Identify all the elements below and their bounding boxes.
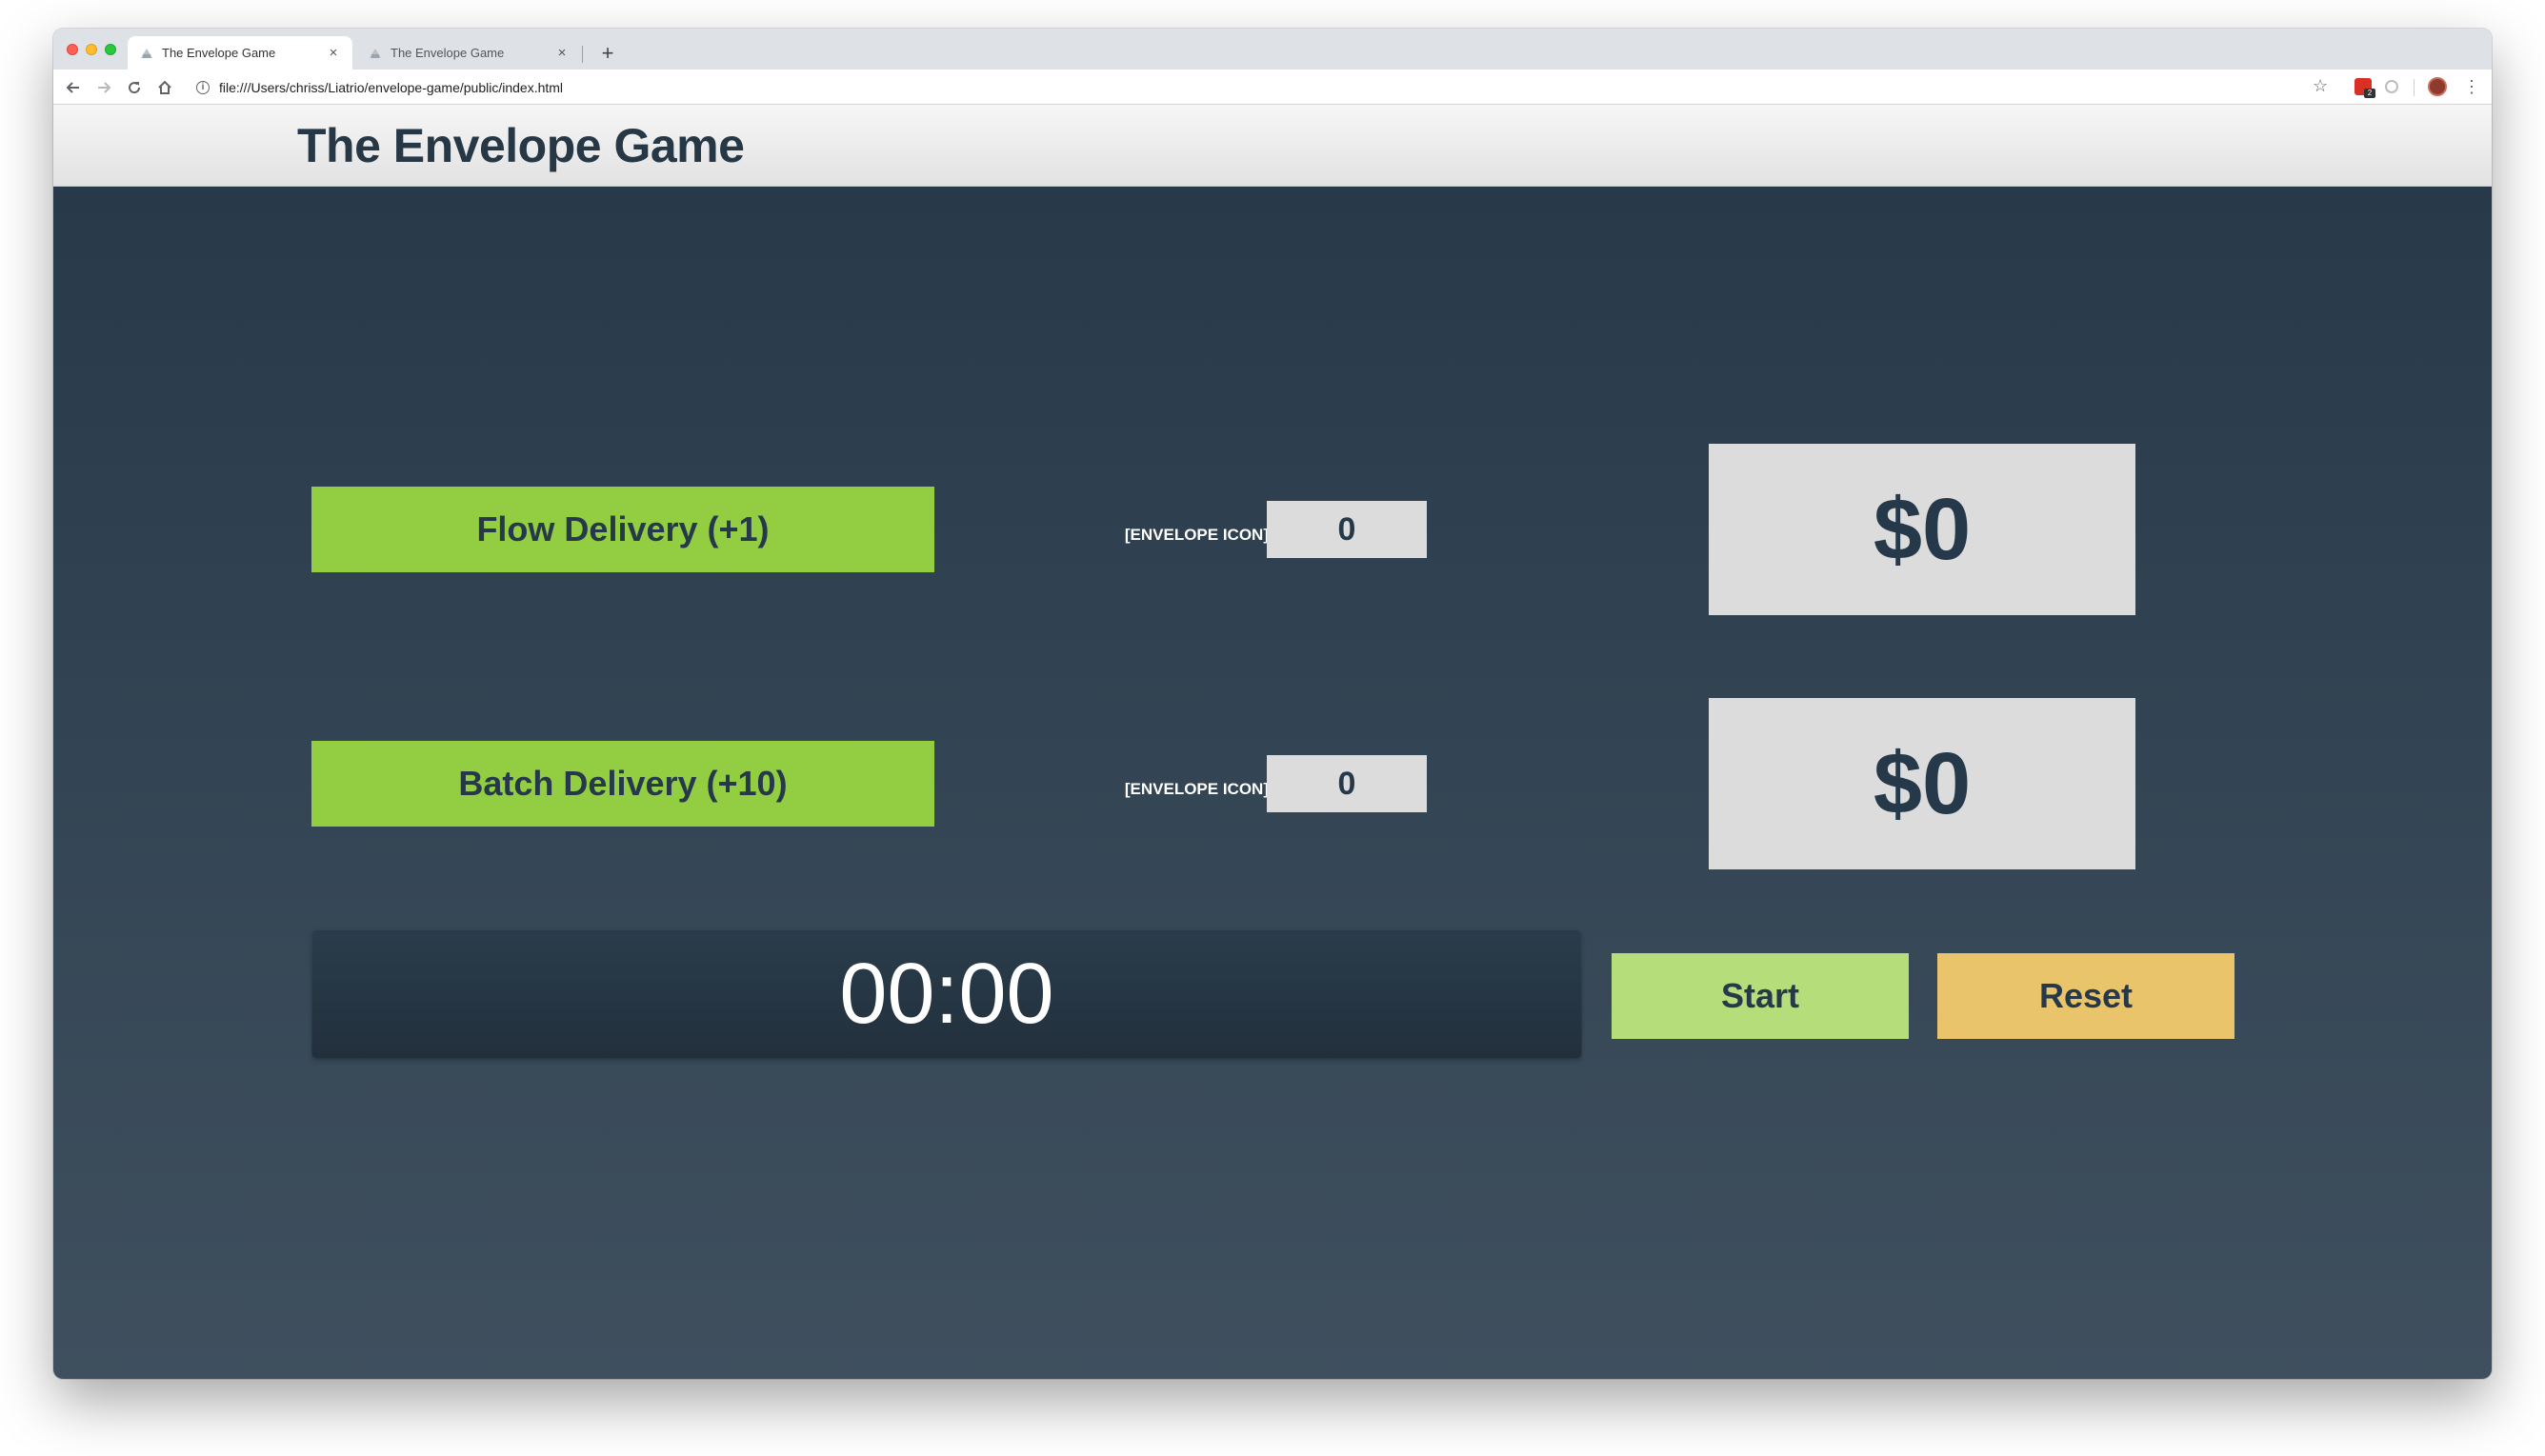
forward-arrow-icon[interactable] [91, 75, 116, 100]
favicon-icon [368, 46, 383, 61]
timer-display: 00:00 [311, 929, 1582, 1059]
star-icon[interactable]: ☆ [2313, 76, 2328, 96]
page-content: The Envelope Game Flow Delivery (+1) [EN… [53, 105, 2492, 1379]
batch-money-display: $0 [1709, 698, 2135, 869]
url-text: file:///Users/chriss/Liatrio/envelope-ga… [219, 79, 564, 95]
page-title: The Envelope Game [297, 119, 745, 172]
game-stage: Flow Delivery (+1) [ENVELOPE ICON] 0 $0 … [53, 187, 2492, 1379]
tab-title: The Envelope Game [391, 46, 505, 60]
close-icon[interactable]: × [326, 45, 341, 61]
info-icon[interactable]: i [196, 80, 210, 94]
favicon-icon [139, 46, 154, 61]
browser-toolbar: i file:///Users/chriss/Liatrio/envelope-… [53, 70, 2492, 105]
profile-avatar[interactable] [2428, 77, 2447, 96]
start-button[interactable]: Start [1612, 953, 1909, 1039]
new-tab-button[interactable]: + [594, 40, 621, 67]
toolbar-separator [2414, 79, 2415, 96]
flow-delivery-button[interactable]: Flow Delivery (+1) [311, 487, 934, 572]
tab-separator [582, 46, 583, 63]
tab-envelope-game[interactable]: The Envelope Game × [356, 36, 581, 70]
browser-window: The Envelope Game × The Envelope Game × … [53, 29, 2492, 1379]
reset-button[interactable]: Reset [1937, 953, 2234, 1039]
minimize-window-button[interactable] [86, 44, 97, 55]
batch-envelope-count: 0 [1267, 755, 1427, 812]
flow-envelope-count: 0 [1267, 501, 1427, 558]
close-window-button[interactable] [67, 44, 78, 55]
menu-icon[interactable]: ⋮ [2463, 75, 2480, 98]
tab-envelope-game-active[interactable]: The Envelope Game × [128, 36, 352, 70]
maximize-window-button[interactable] [105, 44, 116, 55]
extension-icon[interactable] [2385, 80, 2398, 93]
tab-title: The Envelope Game [162, 46, 276, 60]
envelope-icon-placeholder: [ENVELOPE ICON] [1124, 526, 1269, 544]
envelope-icon-placeholder: [ENVELOPE ICON] [1124, 780, 1269, 798]
app-header: The Envelope Game [53, 105, 2492, 187]
back-arrow-icon[interactable] [61, 75, 86, 100]
extension-badge: 2 [2364, 89, 2375, 98]
batch-delivery-button[interactable]: Batch Delivery (+10) [311, 741, 934, 827]
flow-money-display: $0 [1709, 444, 2135, 615]
home-icon[interactable] [152, 75, 177, 100]
tab-strip: The Envelope Game × The Envelope Game × … [53, 29, 2492, 70]
close-icon[interactable]: × [554, 45, 570, 61]
address-bar[interactable]: i file:///Users/chriss/Liatrio/envelope-… [187, 73, 2358, 101]
reload-icon[interactable] [122, 75, 147, 100]
